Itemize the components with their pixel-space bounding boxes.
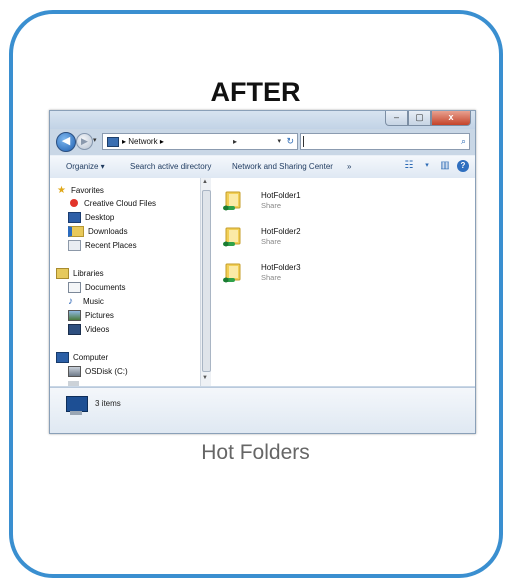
toolbar-view-controls: ☷ ▾ ▥ ? [403,160,469,172]
help-icon[interactable]: ? [457,160,469,172]
forward-button[interactable]: ▶ [76,133,93,150]
nav-pictures[interactable]: Pictures [68,309,114,321]
close-button[interactable]: x [431,111,471,126]
scroll-down-arrow[interactable]: ▼ [202,375,208,381]
breadcrumb-next-arrow[interactable]: ▸ [233,134,237,149]
shared-folder-icon [223,191,241,211]
folder-name: HotFolder2 [261,227,301,236]
nav-creative-cloud[interactable]: Creative Cloud Files [68,197,156,209]
nav-scrollbar[interactable]: ▲ ▼ [200,178,211,386]
figure-caption: Hot Folders [201,441,310,464]
nav-documents[interactable]: Documents [68,281,125,293]
search-input[interactable]: ⌕ [300,133,470,150]
folder-name: HotFolder1 [261,191,301,200]
refresh-icon[interactable]: ↻ [286,134,294,149]
folder-name: HotFolder3 [261,263,301,272]
nav-pictures-label: Pictures [85,310,114,320]
command-bar: Organize ▾ Search active directory Netwo… [50,155,475,179]
window-caption-buttons: – ▢ x [385,111,471,126]
desktop-icon [68,211,81,223]
recent-pages-dropdown[interactable]: ▾ [93,136,97,144]
nav-music-label: Music [83,296,104,306]
back-button[interactable]: ◀ [56,132,76,152]
nav-videos[interactable]: Videos [68,323,109,335]
search-active-directory-button[interactable]: Search active directory [130,162,211,171]
videos-icon [68,323,81,335]
nav-osdisk[interactable]: OSDisk (C:) [68,365,128,377]
documents-icon [68,281,81,293]
nav-downloads[interactable]: Downloads [68,225,128,237]
network-computer-icon [66,396,88,412]
network-computer-icon-base [70,411,82,415]
file-list: HotFolder1 Share HotFolder2 Share HotFol… [211,178,475,386]
scroll-thumb[interactable] [202,190,211,372]
nav-libraries-label: Libraries [73,268,104,278]
nav-next-drive-partial[interactable] [68,379,83,386]
shared-folder-icon [223,227,241,247]
folder-type: Share [261,201,282,210]
nav-osdisk-label: OSDisk (C:) [85,366,128,376]
disk-drive-icon [68,380,79,386]
network-sharing-center-button[interactable]: Network and Sharing Center [232,162,333,171]
nav-recent-places[interactable]: Recent Places [68,239,137,251]
address-row: ◀ ▶ ▾ ▸ Network ▸ ▸ ▾ ↻ ⌕ [50,129,475,153]
nav-videos-label: Videos [85,324,110,334]
page-heading: AFTER [210,77,301,107]
star-icon: ★ [57,184,66,196]
folder-item[interactable]: HotFolder3 Share [223,262,423,294]
preview-pane-icon[interactable]: ▥ [439,160,451,172]
folder-item[interactable]: HotFolder2 Share [223,226,423,258]
text-caret [303,136,304,147]
recent-places-icon [68,239,81,251]
libraries-icon [56,267,69,279]
navigation-pane: ★ Favorites Creative Cloud Files Desktop … [50,178,210,386]
address-dropdown-icon[interactable]: ▾ [277,134,281,149]
maximize-button[interactable]: ▢ [408,111,431,126]
nav-music[interactable]: ♪ Music [68,295,104,307]
nav-documents-label: Documents [85,282,126,292]
nav-favorites[interactable]: ★ Favorites [56,184,104,196]
nav-computer-label: Computer [73,352,109,362]
address-bar[interactable]: ▸ Network ▸ ▸ ▾ ↻ [102,133,298,150]
folder-type: Share [261,237,282,246]
minimize-button[interactable]: – [385,111,408,126]
item-count: 3 items [95,399,121,408]
title-bar: – ▢ x [50,111,475,129]
scroll-up-arrow[interactable]: ▲ [202,179,208,185]
creative-cloud-icon [70,199,78,207]
nav-downloads-label: Downloads [88,226,128,236]
change-view-icon[interactable]: ☷ [403,160,415,172]
address-separator: ▸ [122,137,127,146]
nav-desktop-label: Desktop [85,212,115,222]
nav-libraries[interactable]: Libraries [56,267,104,279]
organize-menu[interactable]: Organize ▾ [66,162,105,171]
music-icon: ♪ [68,295,73,307]
shared-folder-icon [223,263,241,283]
disk-drive-icon [68,365,81,377]
computer-icon [56,351,69,363]
downloads-icon [68,225,84,237]
search-icon[interactable]: ⌕ [461,134,466,149]
breadcrumb-network[interactable]: Network [128,137,157,146]
details-pane: 3 items [50,387,475,433]
nav-desktop[interactable]: Desktop [68,211,114,223]
explorer-window: – ▢ x ◀ ▶ ▾ ▸ Network ▸ ▸ ▾ ↻ ⌕ Organize… [49,110,476,434]
toolbar-overflow-button[interactable]: » [347,162,351,171]
nav-computer[interactable]: Computer [56,351,108,363]
nav-favorites-label: Favorites [71,185,104,195]
network-icon [107,136,119,147]
nav-creative-cloud-label: Creative Cloud Files [84,198,157,208]
folder-item[interactable]: HotFolder1 Share [223,190,423,222]
nav-recent-places-label: Recent Places [85,240,137,250]
breadcrumb-arrow[interactable]: ▸ [160,137,164,146]
folder-type: Share [261,273,282,282]
pictures-icon [68,309,81,321]
view-dropdown-icon[interactable]: ▾ [421,160,433,172]
